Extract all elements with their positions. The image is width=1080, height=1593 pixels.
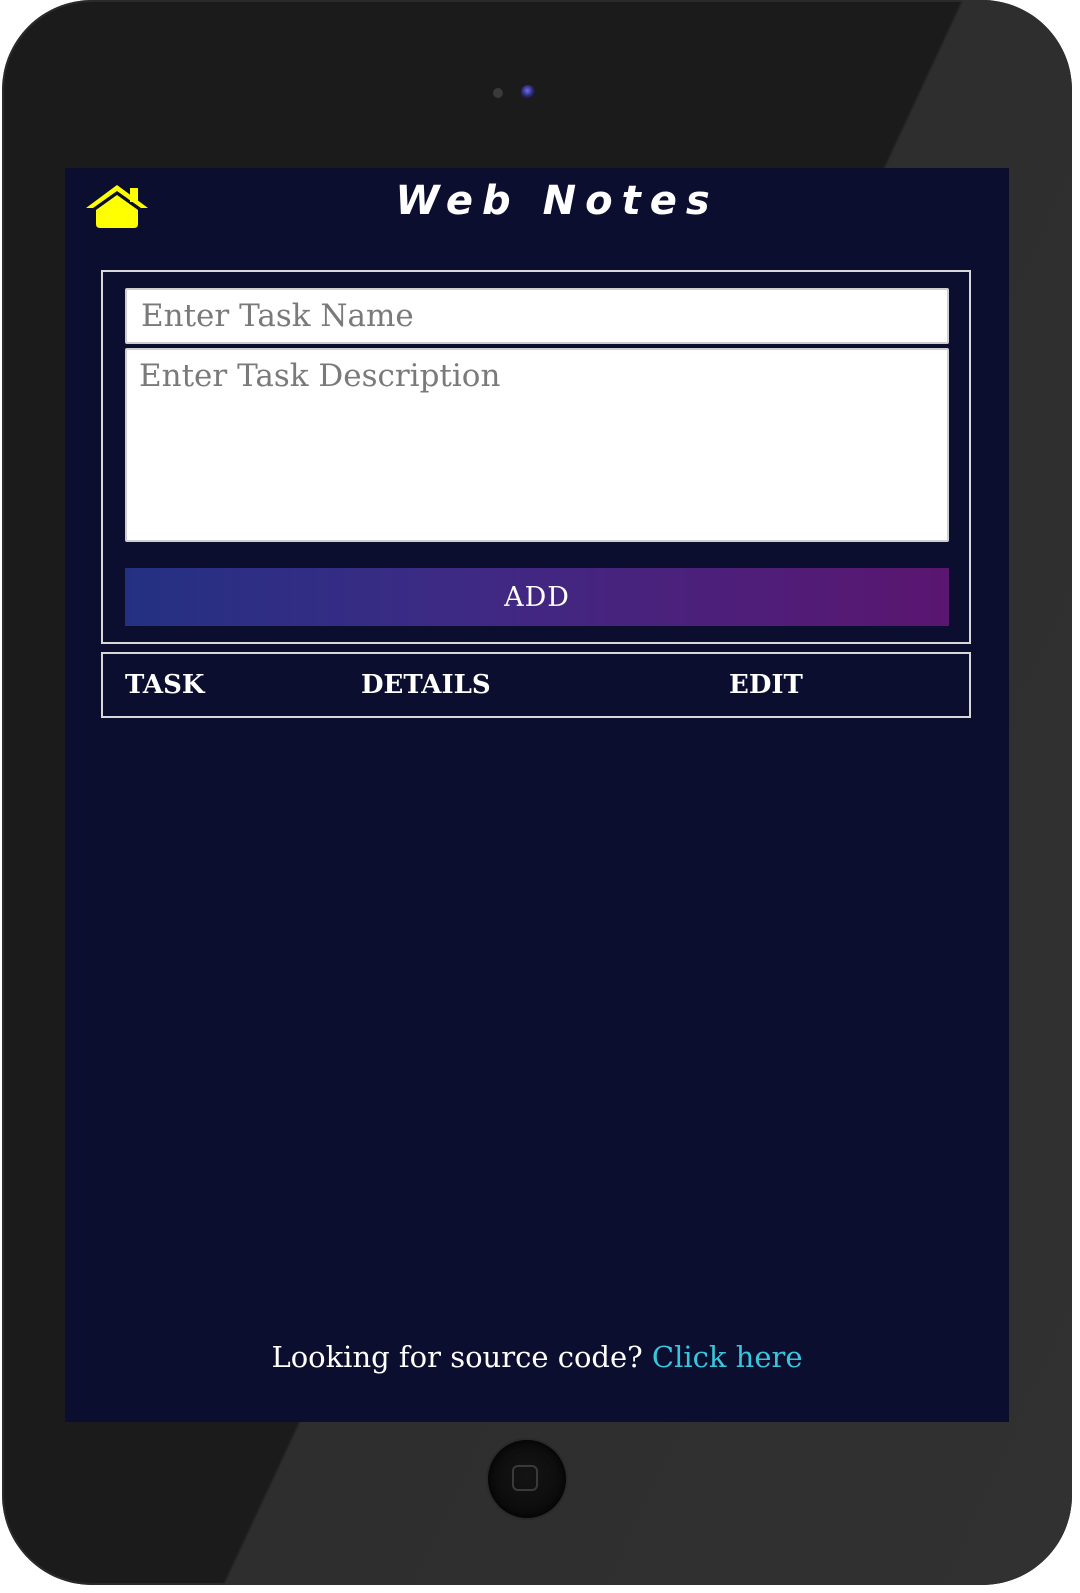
add-button[interactable]: ADD <box>125 568 949 626</box>
footer-text: Looking for source code? <box>271 1340 652 1374</box>
task-name-input[interactable] <box>125 288 949 344</box>
front-camera <box>521 85 535 99</box>
home-square-icon <box>512 1465 538 1491</box>
app-screen: Web Notes ADD TASK DETAILS EDIT Looking … <box>65 168 1009 1422</box>
source-code-link[interactable]: Click here <box>652 1340 803 1374</box>
task-form: ADD <box>101 270 971 644</box>
column-header-edit: EDIT <box>729 670 803 700</box>
footer: Looking for source code? Click here <box>65 1340 1009 1374</box>
sensor-dot <box>493 88 503 98</box>
task-table-header: TASK DETAILS EDIT <box>101 652 971 718</box>
column-header-details: DETAILS <box>361 670 491 700</box>
task-description-input[interactable] <box>125 348 949 542</box>
device-home-button[interactable] <box>488 1440 566 1518</box>
app-title: Web Notes <box>395 178 719 224</box>
tablet-frame: Web Notes ADD TASK DETAILS EDIT Looking … <box>2 0 1072 1585</box>
column-header-task: TASK <box>125 670 205 700</box>
